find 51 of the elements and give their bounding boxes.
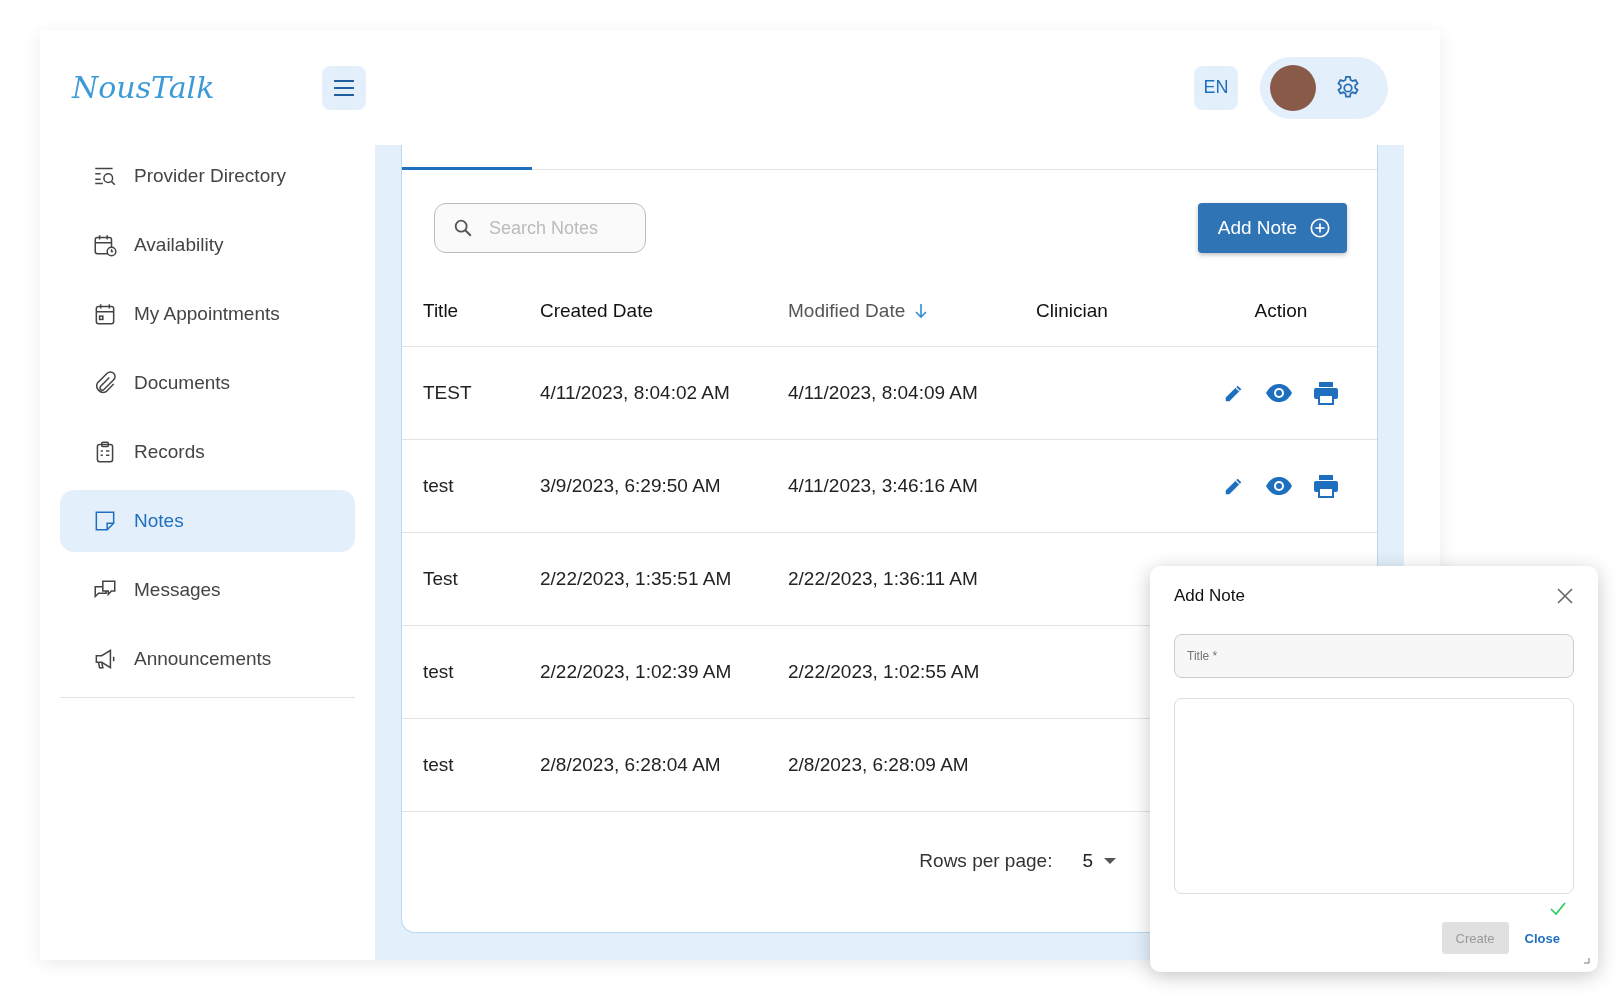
- table-cell-text: test: [423, 754, 455, 776]
- sidebar-item[interactable]: Messages: [60, 559, 355, 621]
- sort-arrow-icon: [913, 302, 930, 320]
- table-cell-text: 4/11/2023, 3:46:16 AM: [788, 475, 979, 497]
- table-cell-text: 4/11/2023, 8:04:09 AM: [788, 382, 979, 404]
- menu-button[interactable]: [322, 65, 366, 110]
- table-cell-text: 2/22/2023, 1:02:39 AM: [540, 661, 733, 683]
- sidebar-item[interactable]: Availability: [60, 214, 355, 276]
- sidebar-item[interactable]: Documents: [60, 352, 355, 414]
- print-icon[interactable]: [1313, 381, 1339, 405]
- table-cell-text: 2/8/2023, 6:28:09 AM: [788, 754, 970, 776]
- app-logo: NousTalk: [72, 70, 216, 105]
- print-icon[interactable]: [1313, 474, 1339, 498]
- rows-per-page-label: Rows per page:: [919, 850, 1053, 872]
- table-cell-text: 2/8/2023, 6:28:04 AM: [540, 754, 722, 776]
- sidebar-item[interactable]: Records: [60, 421, 355, 483]
- title-field[interactable]: Title *: [1174, 634, 1574, 678]
- column-header[interactable]: Modified Date: [788, 300, 1036, 322]
- column-header[interactable]: Title: [423, 300, 540, 322]
- column-header[interactable]: Action: [1206, 300, 1356, 322]
- sidebar-item[interactable]: My Appointments: [60, 283, 355, 345]
- caret-icon: [1103, 857, 1117, 865]
- plus-circle-icon: [1309, 217, 1331, 239]
- sidebar-item[interactable]: Notes: [60, 490, 355, 552]
- add-note-button[interactable]: Add Note: [1197, 203, 1347, 253]
- table-cell-text: 2/22/2023, 1:36:11 AM: [788, 568, 979, 590]
- view-icon[interactable]: [1265, 383, 1293, 403]
- search-icon: [452, 217, 474, 239]
- language-button[interactable]: EN: [1194, 65, 1238, 110]
- table-cell-text: 4/11/2023, 8:04:02 AM: [540, 382, 731, 404]
- avatar[interactable]: [1270, 64, 1316, 111]
- close-icon[interactable]: [1556, 587, 1574, 605]
- table-cell-text: Test: [423, 568, 459, 590]
- menu-icon: [333, 78, 355, 97]
- table-cell-text: test: [423, 661, 455, 683]
- rows-per-page-select[interactable]: 5: [1082, 850, 1117, 872]
- table-cell-text: TEST: [423, 382, 473, 404]
- calendar-clock-icon: [92, 232, 118, 258]
- resize-grip-icon[interactable]: [1584, 958, 1590, 964]
- table-cell-text: 3/9/2023, 6:29:50 AM: [540, 475, 722, 497]
- view-icon[interactable]: [1265, 476, 1293, 496]
- column-header[interactable]: Clinician: [1036, 300, 1206, 322]
- table-cell-text: test: [423, 475, 455, 497]
- column-header[interactable]: Created Date: [540, 300, 788, 322]
- close-button[interactable]: Close: [1520, 926, 1564, 950]
- table-cell-text: 2/22/2023, 1:35:51 AM: [540, 568, 733, 590]
- dialog-title: Add Note: [1174, 586, 1245, 606]
- sidebar-item[interactable]: Provider Directory: [60, 145, 355, 207]
- search-field[interactable]: Search Notes: [434, 203, 646, 253]
- table-cell-text: 2/22/2023, 1:02:55 AM: [788, 661, 981, 683]
- sidebar-item[interactable]: Announcements: [60, 628, 355, 690]
